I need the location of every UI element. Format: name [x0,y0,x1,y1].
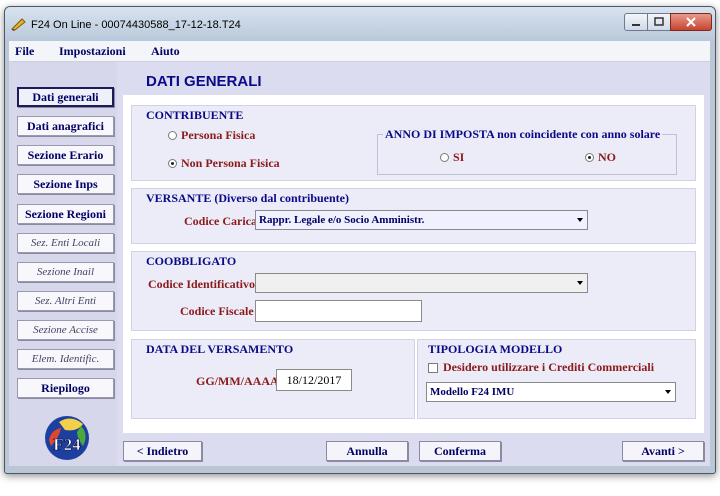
codice-identificativo-select[interactable] [255,273,588,293]
sidebar-item-elem-identific[interactable]: Elem. Identific. [17,349,114,369]
modello-value: Modello F24 IMU [430,386,515,398]
sidebar-item-riepilogo[interactable]: Riepilogo [17,378,114,398]
client-area: Dati generali Dati anagrafici Sezione Er… [9,62,710,466]
title-bar: F24 On Line - 00074430588_17-12-18.T24 [5,7,715,41]
non-persona-fisica-label: Non Persona Fisica [181,156,280,170]
codice-fiscale-label: Codice Fiscale [180,304,254,318]
codice-carica-select[interactable]: Rappr. Legale e/o Socio Amministr. [255,210,588,230]
sidebar-item-sezione-erario[interactable]: Sezione Erario [17,145,114,165]
sidebar-item-sezione-inail[interactable]: Sezione Inail [17,262,114,282]
menu-impostazioni[interactable]: Impostazioni [59,44,126,59]
menu-file[interactable]: File [15,44,34,59]
persona-fisica-label: Persona Fisica [181,128,256,142]
anno-no-label: NO [598,150,616,164]
svg-text:F24: F24 [53,435,81,454]
tipologia-group: TIPOLOGIA MODELLO Desidero utilizzare i … [417,339,696,419]
versamento-group: DATA DEL VERSAMENTO GG/MM/AAAA 18/12/201… [131,339,415,419]
avanti-button[interactable]: Avanti > [622,441,704,461]
close-button[interactable] [670,13,712,31]
minimize-button[interactable] [624,13,648,31]
anno-imposta-group: ANNO DI IMPOSTA non coincidente con anno… [377,127,677,175]
sidebar-item-sezione-inps[interactable]: Sezione Inps [17,174,114,194]
codice-fiscale-input[interactable] [255,300,422,322]
non-persona-fisica-radio[interactable] [168,159,177,168]
f24-logo-icon: F24 [45,416,89,460]
modello-select[interactable]: Modello F24 IMU [426,382,676,402]
minimize-icon [632,24,640,26]
crediti-commerciali-checkbox[interactable] [428,363,438,373]
page-title: DATI GENERALI [146,73,262,90]
contribuente-group: CONTRIBUENTE Persona Fisica Non Persona … [131,105,696,181]
maximize-button[interactable] [647,13,671,31]
conferma-button[interactable]: Conferma [419,441,501,461]
sidebar-item-enti-locali[interactable]: Sez. Enti Locali [17,233,114,253]
anno-imposta-title: ANNO DI IMPOSTA non coincidente con anno… [383,127,663,142]
codice-identificativo-label: Codice Identificativo [148,277,255,291]
sidebar-item-sezione-regioni[interactable]: Sezione Regioni [17,204,114,224]
chevron-down-icon [665,390,671,394]
anno-si-label: SI [453,150,465,164]
anno-no-radio[interactable] [585,153,594,162]
tipologia-title: TIPOLOGIA MODELLO [428,342,563,356]
menu-aiuto[interactable]: Aiuto [151,44,180,59]
close-icon [686,17,696,27]
versante-group: VERSANTE (Diverso dal contribuente) Codi… [131,188,696,244]
sidebar-item-altri-enti[interactable]: Sez. Altri Enti [17,291,114,311]
indietro-button[interactable]: < Indietro [123,441,202,461]
date-label: GG/MM/AAAA [196,374,279,388]
versamento-title: DATA DEL VERSAMENTO [146,342,294,356]
chevron-down-icon [577,218,583,222]
menu-bar: File Impostazioni Aiuto [9,41,710,62]
app-window: F24 On Line - 00074430588_17-12-18.T24 F… [4,6,716,474]
window-title: F24 On Line - 00074430588_17-12-18.T24 [31,19,241,31]
coobbligato-group: COOBBLIGATO Codice Identificativo Codice… [131,251,696,331]
crediti-commerciali-label: Desidero utilizzare i Crediti Commercial… [443,360,655,374]
form-panel: CONTRIBUENTE Persona Fisica Non Persona … [123,95,704,433]
sidebar-item-dati-generali[interactable]: Dati generali [17,87,114,107]
codice-carica-label: Codice Carica [184,214,257,228]
sidebar-item-dati-anagrafici[interactable]: Dati anagrafici [17,116,114,136]
maximize-icon [654,17,664,26]
chevron-down-icon [577,281,583,285]
app-pencil-icon [11,18,26,31]
date-input[interactable]: 18/12/2017 [276,369,352,391]
contribuente-title: CONTRIBUENTE [146,108,244,122]
versante-title: VERSANTE (Diverso dal contribuente) [146,191,349,205]
sidebar: Dati generali Dati anagrafici Sezione Er… [9,62,117,466]
sidebar-item-sezione-accise[interactable]: Sezione Accise [17,320,114,340]
annulla-button[interactable]: Annulla [326,441,408,461]
coobbligato-title: COOBBLIGATO [146,254,237,268]
anno-si-radio[interactable] [440,153,449,162]
persona-fisica-radio[interactable] [168,131,177,140]
codice-carica-value: Rappr. Legale e/o Socio Amministr. [259,214,425,226]
